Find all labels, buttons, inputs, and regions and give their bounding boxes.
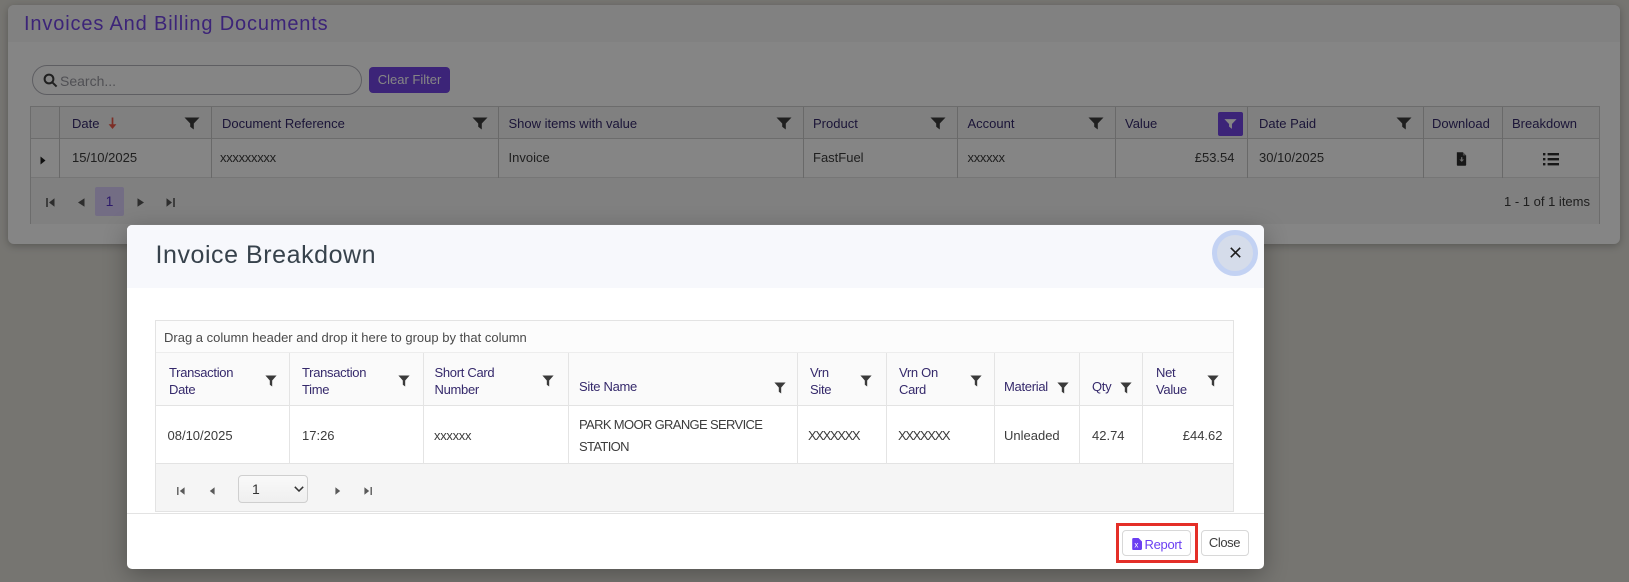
svg-text:x: x [1134, 540, 1138, 549]
